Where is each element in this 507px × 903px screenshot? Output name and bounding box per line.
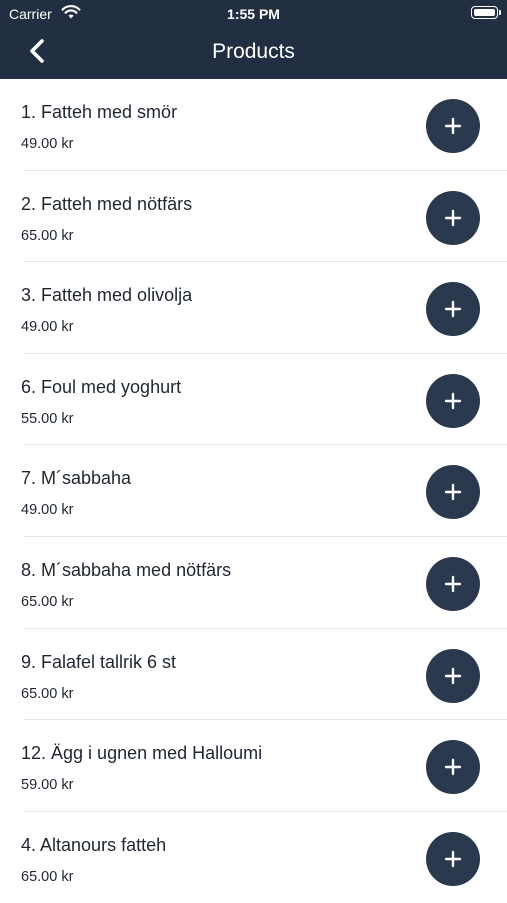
add-to-cart-button[interactable] xyxy=(426,282,480,337)
product-row: 2. Fatteh med nötfärs 65.00 kr xyxy=(0,171,507,263)
product-name: 7. M´sabbaha xyxy=(21,468,132,489)
product-price: 65.00 kr xyxy=(21,593,74,610)
page-title: Products xyxy=(212,40,295,63)
plus-icon xyxy=(444,300,462,318)
product-price: 49.00 kr xyxy=(21,502,74,519)
product-row: 7. M´sabbaha 49.00 kr xyxy=(0,445,507,537)
plus-icon xyxy=(444,117,462,135)
product-name: 4. Altanours fatteh xyxy=(21,834,167,855)
plus-icon xyxy=(444,850,462,867)
product-price: 49.00 kr xyxy=(21,136,74,152)
product-name: 12. Ägg i ugnen med Halloumi xyxy=(21,743,263,764)
add-to-cart-button[interactable] xyxy=(426,99,480,153)
product-name: 2. Fatteh med nötfärs xyxy=(21,193,193,214)
product-price: 55.00 kr xyxy=(21,410,74,427)
product-price: 59.00 kr xyxy=(21,777,74,794)
product-row: 9. Falafel tallrik 6 st 65.00 kr xyxy=(0,629,507,721)
product-row: 1. Fatteh med smör 49.00 kr xyxy=(0,79,507,171)
add-to-cart-button[interactable] xyxy=(426,190,480,245)
product-name: 6. Foul med yoghurt xyxy=(21,376,182,397)
battery-tip xyxy=(499,10,501,15)
product-row: 4. Altanours fatteh 65.00 kr xyxy=(0,812,507,903)
plus-icon xyxy=(444,484,462,501)
status-bar: Carrier 1:55 PM xyxy=(0,0,507,28)
plus-icon xyxy=(444,575,462,593)
battery-icon xyxy=(471,6,498,19)
product-name: 9. Falafel tallrik 6 st xyxy=(21,651,177,672)
product-row: 12. Ägg i ugnen med Halloumi 59.00 kr xyxy=(0,720,507,812)
add-to-cart-button[interactable] xyxy=(426,740,480,795)
plus-icon xyxy=(444,758,462,776)
product-price: 49.00 kr xyxy=(21,319,74,336)
product-price: 65.00 kr xyxy=(21,868,74,885)
product-row: 3. Fatteh med olivolja 49.00 kr xyxy=(0,262,507,354)
product-row: 8. M´sabbaha med nötfärs 65.00 kr xyxy=(0,537,507,629)
product-list: 1. Fatteh med smör 49.00 kr 2. Fatteh me… xyxy=(0,79,507,903)
battery-level xyxy=(474,9,495,16)
add-to-cart-button[interactable] xyxy=(426,373,480,428)
product-name: 3. Fatteh med olivolja xyxy=(21,285,193,306)
plus-icon xyxy=(444,667,462,684)
add-to-cart-button[interactable] xyxy=(426,556,480,611)
add-to-cart-button[interactable] xyxy=(426,831,480,886)
product-name: 1. Fatteh med smör xyxy=(21,102,178,122)
product-price: 65.00 kr xyxy=(21,685,74,702)
add-to-cart-button[interactable] xyxy=(426,465,480,520)
product-name: 8. M´sabbaha med nötfärs xyxy=(21,559,232,580)
add-to-cart-button[interactable] xyxy=(426,648,480,703)
top-bar: Carrier 1:55 PM Products xyxy=(0,0,507,79)
plus-icon xyxy=(444,392,462,409)
navigation-bar: Products xyxy=(0,28,507,79)
plus-icon xyxy=(444,209,462,226)
product-price: 65.00 kr xyxy=(21,227,74,244)
status-time: 1:55 PM xyxy=(227,6,280,22)
product-row: 6. Foul med yoghurt 55.00 kr xyxy=(0,354,507,446)
